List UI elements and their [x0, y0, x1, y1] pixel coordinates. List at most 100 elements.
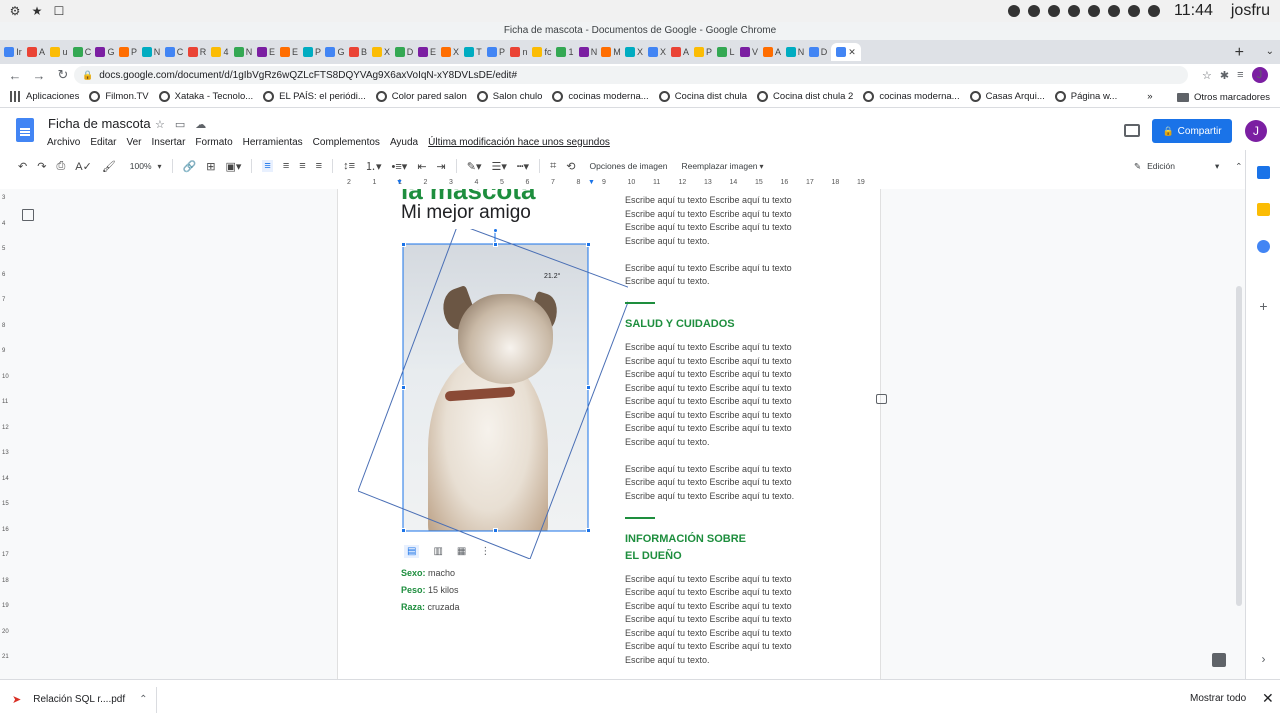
menu-insertar[interactable]: Insertar: [152, 137, 186, 148]
menu-ayuda[interactable]: Ayuda: [390, 137, 418, 148]
bulleted-list-icon[interactable]: •≡▾: [392, 160, 408, 173]
clipboard-tray-icon[interactable]: [1088, 5, 1101, 17]
chevron-right-icon[interactable]: ›: [1257, 652, 1270, 666]
editing-mode-select[interactable]: ✎ Edición ▾ ⌃: [1134, 156, 1248, 176]
drive-tray-icon[interactable]: [1028, 5, 1041, 17]
keep-icon[interactable]: [1257, 203, 1270, 216]
browser-tab[interactable]: E: [279, 43, 299, 61]
redo-icon[interactable]: ↷: [37, 160, 46, 173]
browser-tab[interactable]: X: [440, 43, 460, 61]
browser-tab[interactable]: P: [486, 43, 506, 61]
active-tab[interactable]: ✕: [831, 43, 861, 61]
bookmark-item[interactable]: Color pared salon: [375, 91, 467, 102]
menu-herramientas[interactable]: Herramientas: [243, 137, 303, 148]
resize-handle-sw[interactable]: [401, 528, 406, 533]
tasks-icon[interactable]: [1257, 240, 1270, 253]
resize-handle-ne[interactable]: [586, 242, 591, 247]
resize-handle-nw[interactable]: [401, 242, 406, 247]
menu-archivo[interactable]: Archivo: [47, 137, 80, 148]
browser-tab[interactable]: R: [187, 43, 207, 61]
rotate-handle[interactable]: [493, 228, 498, 233]
chrome-menu-icon[interactable]: ⋮: [1276, 69, 1280, 82]
section-title[interactable]: SALUD Y CUIDADOS: [625, 316, 865, 333]
image-options-button[interactable]: Opciones de imagen: [589, 161, 667, 171]
browser-tab[interactable]: L: [716, 43, 736, 61]
browser-tab[interactable]: V: [739, 43, 759, 61]
align-left-icon[interactable]: ≡: [262, 160, 273, 172]
profile-avatar[interactable]: J: [1251, 67, 1268, 83]
align-right-icon[interactable]: ≡: [299, 160, 305, 172]
reading-list-icon[interactable]: ≡: [1237, 69, 1243, 81]
share-button[interactable]: 🔒 Compartir: [1152, 119, 1232, 143]
browser-tab[interactable]: G: [95, 43, 115, 61]
browser-tab[interactable]: A: [670, 43, 690, 61]
browser-tab[interactable]: A: [26, 43, 46, 61]
bookmark-item[interactable]: Página w...: [1054, 91, 1117, 102]
chevron-up-icon[interactable]: ⌃: [139, 694, 147, 705]
close-icon[interactable]: ✕: [1262, 690, 1274, 707]
add-addon-icon[interactable]: +: [1257, 299, 1270, 313]
increase-indent-icon[interactable]: ⇥: [437, 160, 446, 173]
add-comment-icon[interactable]: [876, 394, 887, 404]
wifi-tray-icon[interactable]: [1148, 5, 1161, 17]
browser-tab[interactable]: E: [256, 43, 276, 61]
resize-handle-e[interactable]: [586, 385, 591, 390]
link-icon[interactable]: 🔗: [183, 160, 197, 173]
add-comment-icon[interactable]: ⊞: [206, 160, 215, 173]
move-folder-icon[interactable]: ▭: [175, 118, 185, 131]
bookmark-item[interactable]: Cocina dist chula: [658, 91, 747, 102]
line-spacing-icon[interactable]: ↕≡: [343, 160, 355, 172]
last-edit-link[interactable]: Última modificación hace unos segundos: [428, 137, 610, 148]
browser-tab[interactable]: u: [49, 43, 69, 61]
bookmark-item[interactable]: EL PAÍS: el periódi...: [263, 91, 366, 102]
browser-tab[interactable]: T: [463, 43, 483, 61]
decrease-indent-icon[interactable]: ⇤: [417, 160, 426, 173]
horizontal-ruler[interactable]: 2 1 1 2 3 4 5 6 7 8 9 10 11 12 13 14 15 16 17 18 19 ▼ ▼: [336, 178, 881, 189]
browser-tab[interactable]: M: [601, 43, 621, 61]
paragraph[interactable]: Escribe aquí tu texto Escribe aquí tu te…: [625, 463, 865, 504]
cloud-status-icon[interactable]: ☁: [195, 118, 206, 131]
reset-image-icon[interactable]: ⟲: [566, 160, 575, 173]
browser-tab[interactable]: D: [394, 43, 414, 61]
border-weight-icon[interactable]: ☰▾: [492, 160, 507, 173]
star-icon[interactable]: ★: [30, 4, 44, 18]
paragraph[interactable]: Escribe aquí tu texto Escribe aquí tu te…: [625, 341, 865, 449]
right-column[interactable]: Escribe aquí tu texto Escribe aquí tu te…: [625, 194, 865, 679]
user-name[interactable]: josfru: [1231, 2, 1270, 20]
gear-icon[interactable]: ⚙: [8, 4, 22, 18]
undo-icon[interactable]: ↶: [18, 160, 27, 173]
bookmark-item[interactable]: cocinas moderna...: [552, 91, 649, 102]
bookmark-item[interactable]: Salon chulo: [476, 91, 542, 102]
browser-tab[interactable]: A: [762, 43, 782, 61]
browser-tab[interactable]: N: [141, 43, 161, 61]
browser-tab[interactable]: Ir: [3, 43, 23, 61]
menu-editar[interactable]: Editar: [90, 137, 116, 148]
app-tray-icon[interactable]: [1048, 5, 1061, 17]
spellcheck-icon[interactable]: A✓: [75, 160, 92, 173]
replace-image-button[interactable]: Reemplazar imagen: [681, 161, 757, 171]
resize-handle-w[interactable]: [401, 385, 406, 390]
browser-tab[interactable]: E: [417, 43, 437, 61]
margin-marker-icon[interactable]: ▼: [588, 179, 595, 186]
vertical-ruler[interactable]: 3 4 5 6 7 8 9 10 11 12 13 14 15 16 17 18 19 20 21: [0, 189, 10, 679]
close-tab-icon[interactable]: ✕: [848, 47, 856, 58]
border-color-icon[interactable]: ✎▾: [467, 160, 482, 173]
reload-icon[interactable]: ↻: [54, 67, 72, 83]
paragraph[interactable]: Escribe aquí tu texto Escribe aquí tu te…: [625, 573, 865, 668]
browser-tab[interactable]: G: [325, 43, 345, 61]
pet-detail-raza[interactable]: Raza: cruzada: [401, 602, 460, 612]
paragraph[interactable]: Escribe aquí tu texto Escribe aquí tu te…: [625, 262, 865, 289]
browser-tab[interactable]: D: [808, 43, 828, 61]
paint-format-icon[interactable]: 🖌: [102, 160, 116, 173]
menu-complementos[interactable]: Complementos: [313, 137, 380, 148]
tab-search-icon[interactable]: ⌄: [1266, 46, 1274, 57]
break-text-icon[interactable]: ▦: [457, 546, 466, 557]
chevron-down-icon[interactable]: ▾: [760, 162, 764, 171]
border-dash-icon[interactable]: ┅▾: [517, 160, 529, 173]
show-all-button[interactable]: Mostrar todo: [1190, 693, 1246, 704]
browser-tab[interactable]: n: [509, 43, 529, 61]
menu-ver[interactable]: Ver: [126, 137, 141, 148]
crop-icon[interactable]: ⌗: [550, 160, 556, 173]
section-title[interactable]: INFORMACIÓN SOBRE EL DUEÑO: [625, 531, 865, 565]
rotation-outline[interactable]: [358, 229, 628, 559]
